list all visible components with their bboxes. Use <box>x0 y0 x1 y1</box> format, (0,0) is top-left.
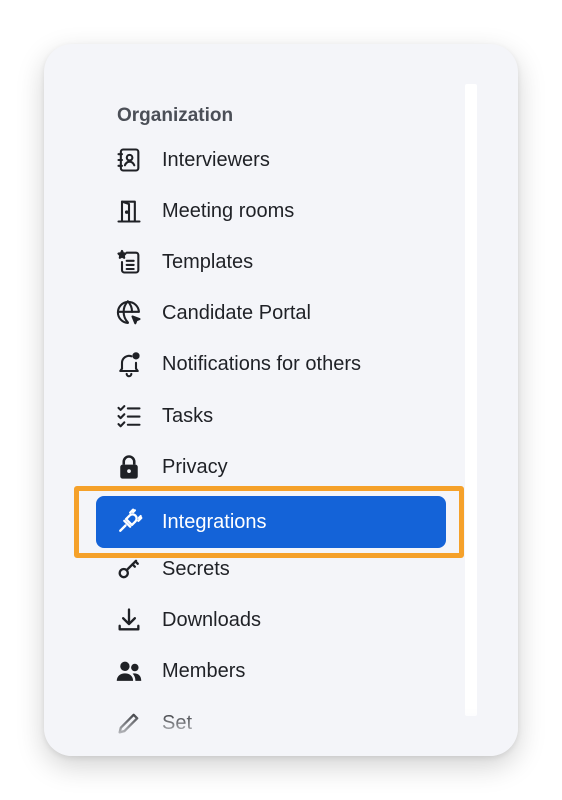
menu-item-label: Interviewers <box>162 148 270 171</box>
pen-icon <box>114 708 144 738</box>
menu-item-label: Candidate Portal <box>162 302 311 325</box>
menu-item-candidate-portal[interactable]: Candidate Portal <box>96 288 448 339</box>
menu-item-label: Integrations <box>162 510 267 533</box>
menu-item-label: Members <box>162 660 246 683</box>
menu-item-label: Templates <box>162 250 254 273</box>
key-icon <box>114 554 144 584</box>
menu-item-label: Set <box>162 711 193 734</box>
menu-item-notifications-for-others[interactable]: Notifications for others <box>96 339 448 390</box>
menu-item-label: Tasks <box>162 404 214 427</box>
menu-item-tasks[interactable]: Tasks <box>96 390 448 441</box>
globe-cursor-icon <box>114 298 144 328</box>
menu-item-label: Downloads <box>162 609 261 632</box>
menu-item-members[interactable]: Members <box>96 646 448 697</box>
members-icon <box>114 656 144 686</box>
settings-menu: Interviewers Meeting rooms Templates Can… <box>74 134 464 748</box>
template-icon <box>114 247 144 277</box>
menu-item-secrets[interactable]: Secrets <box>96 544 448 595</box>
lock-icon <box>114 452 144 482</box>
contact-book-icon <box>114 145 144 175</box>
menu-item-meeting-rooms[interactable]: Meeting rooms <box>96 185 448 236</box>
menu-item-interviewers[interactable]: Interviewers <box>96 134 448 185</box>
menu-item-templates[interactable]: Templates <box>96 236 448 287</box>
download-icon <box>114 605 144 635</box>
menu-item-label: Meeting rooms <box>162 199 295 222</box>
menu-item-privacy[interactable]: Privacy <box>96 441 448 492</box>
bell-icon <box>114 349 144 379</box>
menu-item-label: Notifications for others <box>162 353 361 376</box>
door-icon <box>114 196 144 226</box>
section-title: Organization <box>117 105 234 126</box>
menu-item-label: Privacy <box>162 455 228 478</box>
menu-item-settings-partial[interactable]: Set <box>96 697 448 748</box>
plug-icon <box>114 507 144 537</box>
checklist-icon <box>114 401 144 431</box>
scrollbar[interactable] <box>465 84 477 716</box>
menu-item-integrations[interactable]: Integrations <box>74 486 464 559</box>
menu-item-label: Secrets <box>162 558 230 581</box>
settings-panel: Organization Interviewers Meeting rooms … <box>44 44 518 756</box>
menu-item-downloads[interactable]: Downloads <box>96 595 448 646</box>
